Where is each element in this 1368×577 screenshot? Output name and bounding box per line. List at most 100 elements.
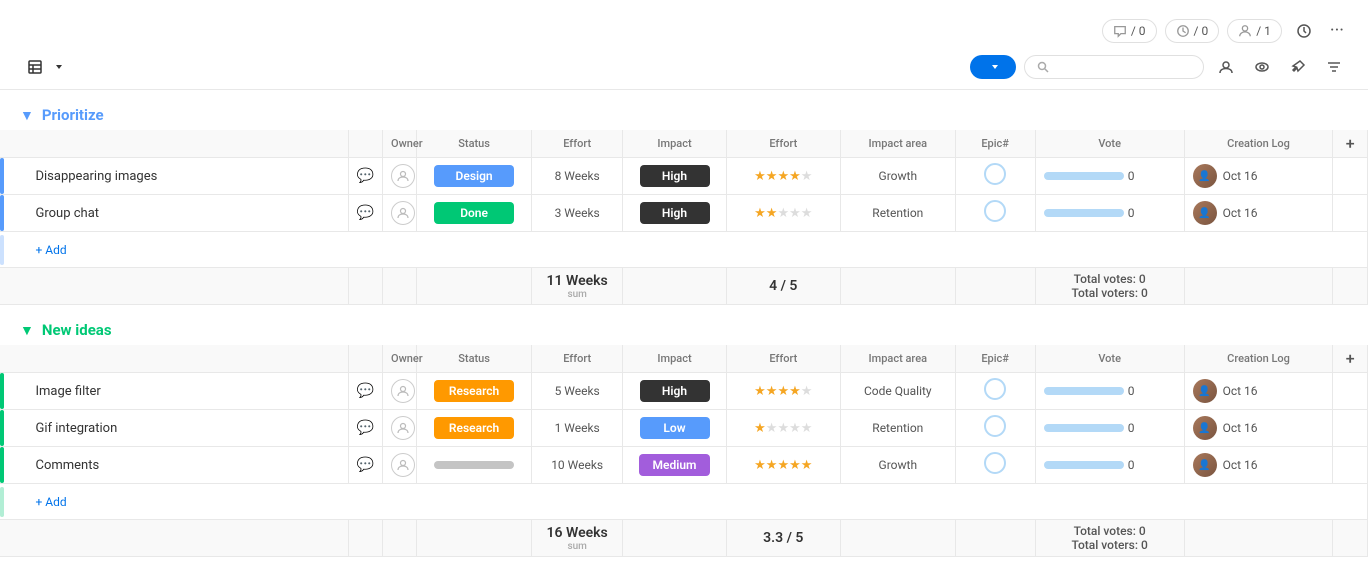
owner-cell-1-1[interactable] bbox=[383, 410, 417, 447]
section-prioritize: ▼ Prioritize Owner Status Effort Impact … bbox=[0, 100, 1368, 305]
vote-bar-1-2 bbox=[1044, 461, 1124, 469]
impact-cell-0-1[interactable]: High bbox=[623, 195, 726, 232]
status-cell-0-0[interactable]: Design bbox=[417, 158, 532, 195]
impact-cell-1-0[interactable]: High bbox=[623, 373, 726, 410]
epic-circle-1-0[interactable] bbox=[984, 378, 1006, 400]
col-add-1[interactable]: + bbox=[1333, 345, 1368, 373]
add-row-new-ideas[interactable]: + Add bbox=[0, 484, 1368, 520]
status-cell-1-0[interactable]: Research bbox=[417, 373, 532, 410]
section-title-new-ideas[interactable]: New ideas bbox=[42, 321, 112, 339]
profile-icon-btn[interactable] bbox=[1212, 53, 1240, 81]
pin-icon-btn[interactable] bbox=[1284, 53, 1312, 81]
star-5: ★ bbox=[801, 384, 813, 399]
row-add-1-1 bbox=[1333, 410, 1368, 447]
owner-cell-0-0[interactable] bbox=[383, 158, 417, 195]
stars-cell-1-0[interactable]: ★★★★★ bbox=[726, 373, 841, 410]
col-effort-label-0: Effort bbox=[531, 130, 623, 158]
person-stat[interactable]: / 1 bbox=[1227, 19, 1282, 43]
owner-cell-1-0[interactable] bbox=[383, 373, 417, 410]
star-3: ★ bbox=[777, 458, 789, 473]
status-cell-1-2[interactable] bbox=[417, 447, 532, 484]
comment-cell-1-0[interactable]: 💬 bbox=[348, 373, 382, 410]
stars-cell-0-1[interactable]: ★★★★★ bbox=[726, 195, 841, 232]
table-icon bbox=[28, 60, 42, 74]
epic-cell-1-2[interactable] bbox=[955, 447, 1035, 484]
stars-cell-0-0[interactable]: ★★★★★ bbox=[726, 158, 841, 195]
epic-cell-0-1[interactable] bbox=[955, 195, 1035, 232]
creation-date-1-0: Oct 16 bbox=[1223, 384, 1258, 398]
section-chevron-prioritize[interactable]: ▼ bbox=[20, 107, 34, 124]
owner-cell-0-1[interactable] bbox=[383, 195, 417, 232]
stars-cell-1-1[interactable]: ★★★★★ bbox=[726, 410, 841, 447]
comment-cell-0-0[interactable]: 💬 bbox=[348, 158, 382, 195]
impact-cell-1-2[interactable]: Medium bbox=[623, 447, 726, 484]
epic-cell-1-0[interactable] bbox=[955, 373, 1035, 410]
row-add-1-0 bbox=[1333, 373, 1368, 410]
status-cell-1-1[interactable]: Research bbox=[417, 410, 532, 447]
impact-cell-1-1[interactable]: Low bbox=[623, 410, 726, 447]
comment-cell-0-1[interactable]: 💬 bbox=[348, 195, 382, 232]
clock-icon-btn[interactable] bbox=[1290, 17, 1318, 45]
col-add-0[interactable]: + bbox=[1333, 130, 1368, 158]
row-add-0-0 bbox=[1333, 158, 1368, 195]
epic-circle-1-1[interactable] bbox=[984, 415, 1006, 437]
col-status-label-0: Status bbox=[417, 130, 532, 158]
comment-stat[interactable]: / 0 bbox=[1102, 19, 1157, 43]
eye-icon-btn[interactable] bbox=[1248, 53, 1276, 81]
impact-badge-1-1: Low bbox=[640, 417, 710, 439]
row-indicator-1-0 bbox=[0, 373, 27, 410]
owner-cell-1-2[interactable] bbox=[383, 447, 417, 484]
filter-icon-btn[interactable] bbox=[1320, 53, 1348, 81]
status-badge-1-2 bbox=[434, 461, 514, 469]
vote-cell-1-1[interactable]: 0 bbox=[1035, 410, 1184, 447]
add-row-prioritize[interactable]: + Add bbox=[0, 232, 1368, 268]
status-cell-0-1[interactable]: Done bbox=[417, 195, 532, 232]
epic-cell-1-1[interactable] bbox=[955, 410, 1035, 447]
owner-avatar-1-0[interactable] bbox=[391, 379, 415, 403]
section-chevron-new-ideas[interactable]: ▼ bbox=[20, 322, 34, 339]
vote-bar-1-1 bbox=[1044, 424, 1124, 432]
epic-circle-0-1[interactable] bbox=[984, 200, 1006, 222]
row-indicator-0-0 bbox=[0, 158, 27, 195]
epic-circle-1-2[interactable] bbox=[984, 452, 1006, 474]
epic-cell-0-0[interactable] bbox=[955, 158, 1035, 195]
vote-count-1-1: 0 bbox=[1128, 421, 1135, 435]
epic-circle-0-0[interactable] bbox=[984, 163, 1006, 185]
vote-cell-0-1[interactable]: 0 bbox=[1035, 195, 1184, 232]
owner-avatar-0-0[interactable] bbox=[391, 164, 415, 188]
impact-area-cell-1-1: Retention bbox=[841, 410, 956, 447]
add-row-label-prioritize[interactable]: + Add bbox=[27, 232, 1367, 268]
comment-cell-1-1[interactable]: 💬 bbox=[348, 410, 382, 447]
star-4: ★ bbox=[789, 206, 801, 221]
owner-avatar-1-2[interactable] bbox=[391, 453, 415, 477]
impact-area-cell-1-0: Code Quality bbox=[841, 373, 956, 410]
add-row-label-new-ideas[interactable]: + Add bbox=[27, 484, 1367, 520]
status-badge-1-1: Research bbox=[434, 417, 514, 439]
vote-cell-1-0[interactable]: 0 bbox=[1035, 373, 1184, 410]
impact-cell-0-0[interactable]: High bbox=[623, 158, 726, 195]
activity-stat[interactable]: / 0 bbox=[1165, 19, 1220, 43]
summary-row-new-ideas: 16 Weeks sum 3.3 / 5 Total votes: 0 Tota… bbox=[0, 520, 1368, 557]
more-options-btn[interactable]: ··· bbox=[1326, 16, 1348, 45]
section-title-prioritize[interactable]: Prioritize bbox=[42, 106, 104, 124]
search-bar[interactable] bbox=[1024, 55, 1204, 79]
col-effort2-label-1: Effort bbox=[726, 345, 841, 373]
owner-avatar-0-1[interactable] bbox=[391, 201, 415, 225]
owner-avatar-1-1[interactable] bbox=[391, 416, 415, 440]
col-effort2-label-0: Effort bbox=[726, 130, 841, 158]
effort-label-prioritize: sum bbox=[540, 289, 615, 300]
creation-date-1-2: Oct 16 bbox=[1223, 458, 1258, 472]
star-5: ★ bbox=[801, 206, 813, 221]
main-table-button[interactable] bbox=[20, 56, 72, 78]
comment-cell-1-2[interactable]: 💬 bbox=[348, 447, 382, 484]
vote-cell-1-2[interactable]: 0 bbox=[1035, 447, 1184, 484]
stars-cell-1-2[interactable]: ★★★★★ bbox=[726, 447, 841, 484]
col-epic-label-0: Epic# bbox=[955, 130, 1035, 158]
star-3: ★ bbox=[777, 169, 789, 184]
vote-cell-0-0[interactable]: 0 bbox=[1035, 158, 1184, 195]
impact-score-prioritize: 4 / 5 bbox=[735, 278, 833, 294]
votes-total-prioritize: Total votes: 0 bbox=[1044, 272, 1176, 286]
col-creation-label-1: Creation Log bbox=[1184, 345, 1333, 373]
new-item-button[interactable] bbox=[970, 55, 1016, 79]
col-creation-label-0: Creation Log bbox=[1184, 130, 1333, 158]
